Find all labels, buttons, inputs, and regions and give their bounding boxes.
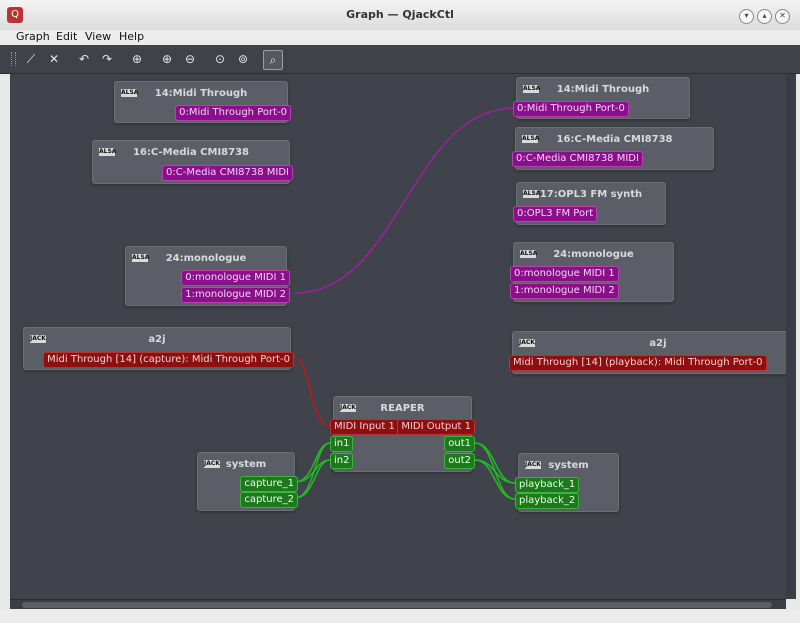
zoom-out-icon[interactable]: ⊖: [181, 50, 199, 68]
node-title: 14:Midi Through: [154, 88, 248, 99]
port-reaper-midi-output-1[interactable]: MIDI Output 1: [397, 419, 475, 435]
connect-icon[interactable]: ⟋: [22, 50, 40, 68]
port-cmedia-out[interactable]: 0:C-Media CMI8738 MIDI: [162, 165, 293, 181]
port-monologue-midi2-in[interactable]: 1:monologue MIDI 2: [510, 283, 619, 299]
node-a2j-in[interactable]: JACK a2j Midi Through [14] (playback): M…: [509, 331, 786, 374]
node-title: 17:OPL3 FM synth: [539, 189, 643, 200]
node-title: a2j: [148, 334, 166, 345]
wire-capture1-to-in2: [294, 459, 331, 483]
node-title: system: [548, 460, 589, 471]
port-reaper-in1[interactable]: in1: [330, 436, 354, 452]
menu-bar: Graph Edit View Help: [0, 30, 800, 45]
maximize-icon[interactable]: ▴: [757, 9, 772, 24]
status-bar: [0, 609, 800, 623]
toolbar: ⟋ ✕ ↶ ↷ ⊕ ⊕ ⊖ ⊙ ⊚ ⌕: [0, 45, 800, 74]
port-opl3-in[interactable]: 0:OPL3 FM Port: [513, 206, 598, 222]
port-a2j-capture[interactable]: Midi Through [14] (capture): Midi Throug…: [43, 352, 294, 368]
node-alsa-midi-through-in[interactable]: ALSA 14:Midi Through 0:Midi Through Port…: [513, 77, 690, 119]
node-alsa-midi-through-out[interactable]: ALSA 14:Midi Through 0:Midi Through Port…: [114, 81, 291, 123]
node-alsa-cmedia-out[interactable]: ALSA 16:C-Media CMI8738 0:C-Media CMI873…: [92, 140, 293, 184]
node-system-out[interactable]: JACK system capture_1 capture_2: [197, 452, 298, 511]
menu-edit[interactable]: Edit: [56, 30, 77, 43]
close-icon[interactable]: ✕: [775, 9, 790, 24]
node-title: 14:Midi Through: [556, 84, 650, 95]
port-cmedia-in[interactable]: 0:C-Media CMI8738 MIDI: [512, 151, 643, 167]
menu-graph[interactable]: Graph: [16, 30, 50, 43]
zoom-fit-icon[interactable]: ⊙: [211, 50, 229, 68]
wire-monologue-to-midithrough: [294, 107, 516, 294]
disconnect-icon[interactable]: ✕: [45, 50, 63, 68]
port-reaper-out1[interactable]: out1: [444, 436, 475, 452]
node-title: system: [225, 459, 267, 470]
node-a2j-out[interactable]: JACK a2j Midi Through [14] (capture): Mi…: [23, 327, 294, 370]
menu-help[interactable]: Help: [119, 30, 144, 43]
toolbar-grip[interactable]: [11, 52, 16, 66]
node-title: 24:monologue: [165, 253, 247, 264]
node-system-in[interactable]: JACK system playback_1 playback_2: [515, 453, 619, 512]
redo-icon[interactable]: ↷: [98, 50, 116, 68]
minimize-icon[interactable]: ▾: [739, 9, 754, 24]
node-title: 16:C-Media CMI8738: [556, 134, 673, 145]
port-monologue-midi1-out[interactable]: 0:monologue MIDI 1: [181, 270, 290, 286]
port-playback-1[interactable]: playback_1: [515, 477, 580, 493]
node-alsa-opl3-in[interactable]: ALSA 17:OPL3 FM synth 0:OPL3 FM Port: [513, 182, 666, 225]
port-capture-2[interactable]: capture_2: [240, 492, 298, 508]
zoom-reset-icon[interactable]: ⊚: [234, 50, 252, 68]
window-title: Graph — QjackCtl: [346, 8, 454, 21]
wire-a2j-to-reaper-midi-in: [294, 357, 331, 427]
node-alsa-monologue-in[interactable]: ALSA 24:monologue 0:monologue MIDI 1 1:m…: [510, 242, 674, 302]
window: Q Graph — QjackCtl ▾ ▴ ✕ Graph Edit View…: [0, 0, 800, 623]
node-reaper[interactable]: JACK REAPER MIDI Input 1 MIDI Output 1 i…: [330, 396, 475, 472]
port-playback-2[interactable]: playback_2: [515, 493, 580, 509]
port-midi-through-out[interactable]: 0:Midi Through Port-0: [175, 105, 291, 121]
scrollbar-thumb[interactable]: [22, 602, 772, 608]
vertical-scrollbar[interactable]: [786, 74, 796, 599]
wire-out1-to-playback1: [474, 442, 516, 484]
node-title: 16:C-Media CMI8738: [132, 147, 250, 158]
node-title: a2j: [649, 338, 667, 349]
port-midi-through-in[interactable]: 0:Midi Through Port-0: [513, 101, 629, 117]
center-icon[interactable]: ⊕: [128, 50, 146, 68]
node-alsa-cmedia-in[interactable]: ALSA 16:C-Media CMI8738 0:C-Media CMI873…: [512, 127, 714, 170]
port-capture-1[interactable]: capture_1: [240, 476, 298, 492]
zoom-range-icon[interactable]: ⌕: [263, 50, 283, 70]
port-reaper-in2[interactable]: in2: [330, 453, 354, 469]
port-monologue-midi1-in[interactable]: 0:monologue MIDI 1: [510, 266, 619, 282]
port-reaper-out2[interactable]: out2: [444, 453, 475, 469]
node-title: 24:monologue: [553, 249, 634, 260]
node-title: REAPER: [380, 403, 425, 414]
menu-view[interactable]: View: [85, 30, 111, 43]
undo-icon[interactable]: ↶: [75, 50, 93, 68]
title-bar: Q Graph — QjackCtl ▾ ▴ ✕: [0, 0, 800, 31]
port-reaper-midi-input-1[interactable]: MIDI Input 1: [330, 419, 399, 435]
node-alsa-monologue-out[interactable]: ALSA 24:monologue 0:monologue MIDI 1 1:m…: [125, 246, 290, 306]
port-monologue-midi2-out[interactable]: 1:monologue MIDI 2: [181, 287, 290, 303]
graph-canvas[interactable]: ALSA 14:Midi Through 0:Midi Through Port…: [10, 74, 786, 599]
wire-out2-to-playback2: [474, 459, 516, 500]
port-a2j-playback[interactable]: Midi Through [14] (playback): Midi Throu…: [509, 355, 767, 371]
zoom-in-icon[interactable]: ⊕: [158, 50, 176, 68]
wire-capture2-to-in1: [294, 442, 331, 499]
